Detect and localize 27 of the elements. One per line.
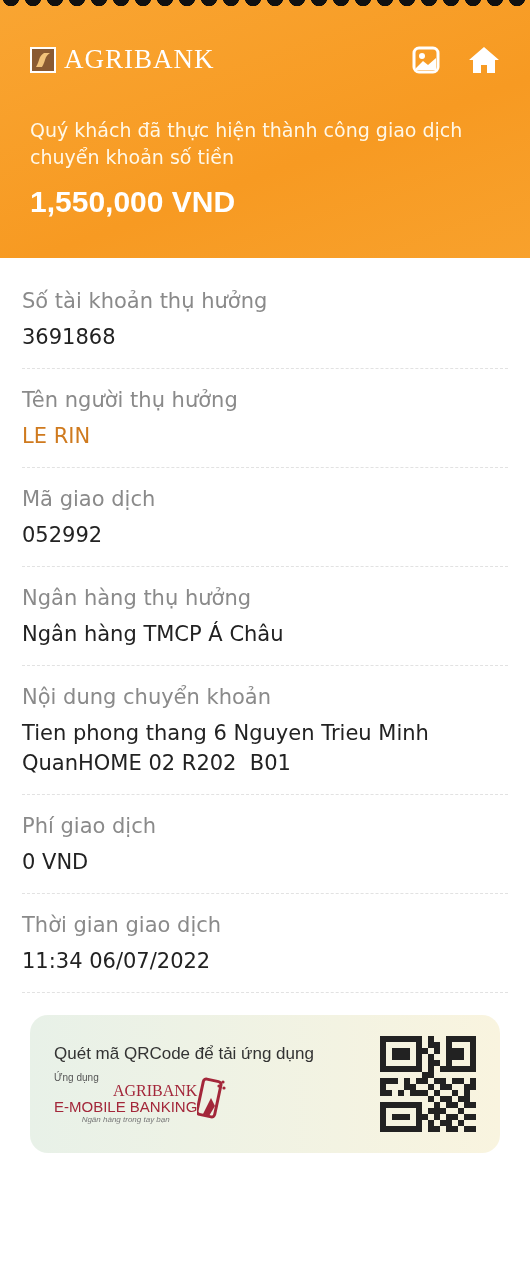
field-value: 3691868 [22,324,117,351]
app-caption: Ứng dụng [54,1072,100,1083]
field-value: 0 VND [22,849,90,876]
qr-code-icon [380,1036,476,1132]
field-value: 052992 [22,522,104,549]
field-label: Tên người thụ hưởng [22,387,239,414]
success-message: Quý khách đã thực hiện thành công giao dịch chuyển khoản số tiền [30,118,464,170]
field-label: Ngân hàng thụ hưởng [22,585,253,612]
field-label: Thời gian giao dịch [22,912,223,939]
field-label: Mã giao dịch [22,486,157,513]
promo-title: Quét mã QRCode để tải ứng dụng [54,1044,315,1064]
field-label: Nội dung chuyển khoản [22,684,273,711]
field-label: Phí giao dịch [22,813,158,840]
app-brand: AGRIBANK [112,1083,198,1099]
logo-icon [30,46,56,73]
image-icon[interactable] [412,45,440,74]
field-value: Tien phong thang 6 Nguyen Trieu Minh QuanHOME 02 R202 B01 [22,720,430,777]
field-value: Ngân hàng TMCP Á Châu [22,620,285,648]
amount: 1,550,000 VND [30,185,237,219]
app-name: E-MOBILE BANKING [54,1099,198,1115]
field-value: 11:34 06/07/2022 [22,948,212,975]
field-value: LE RIN [22,423,92,450]
app-slogan: Ngân hàng trong tay bạn [81,1115,170,1124]
field-label: Số tài khoản thụ hưởng [22,288,269,315]
brand-name: AGRIBANK [64,44,215,75]
phone-icon [197,1076,228,1120]
home-icon[interactable] [468,45,500,74]
